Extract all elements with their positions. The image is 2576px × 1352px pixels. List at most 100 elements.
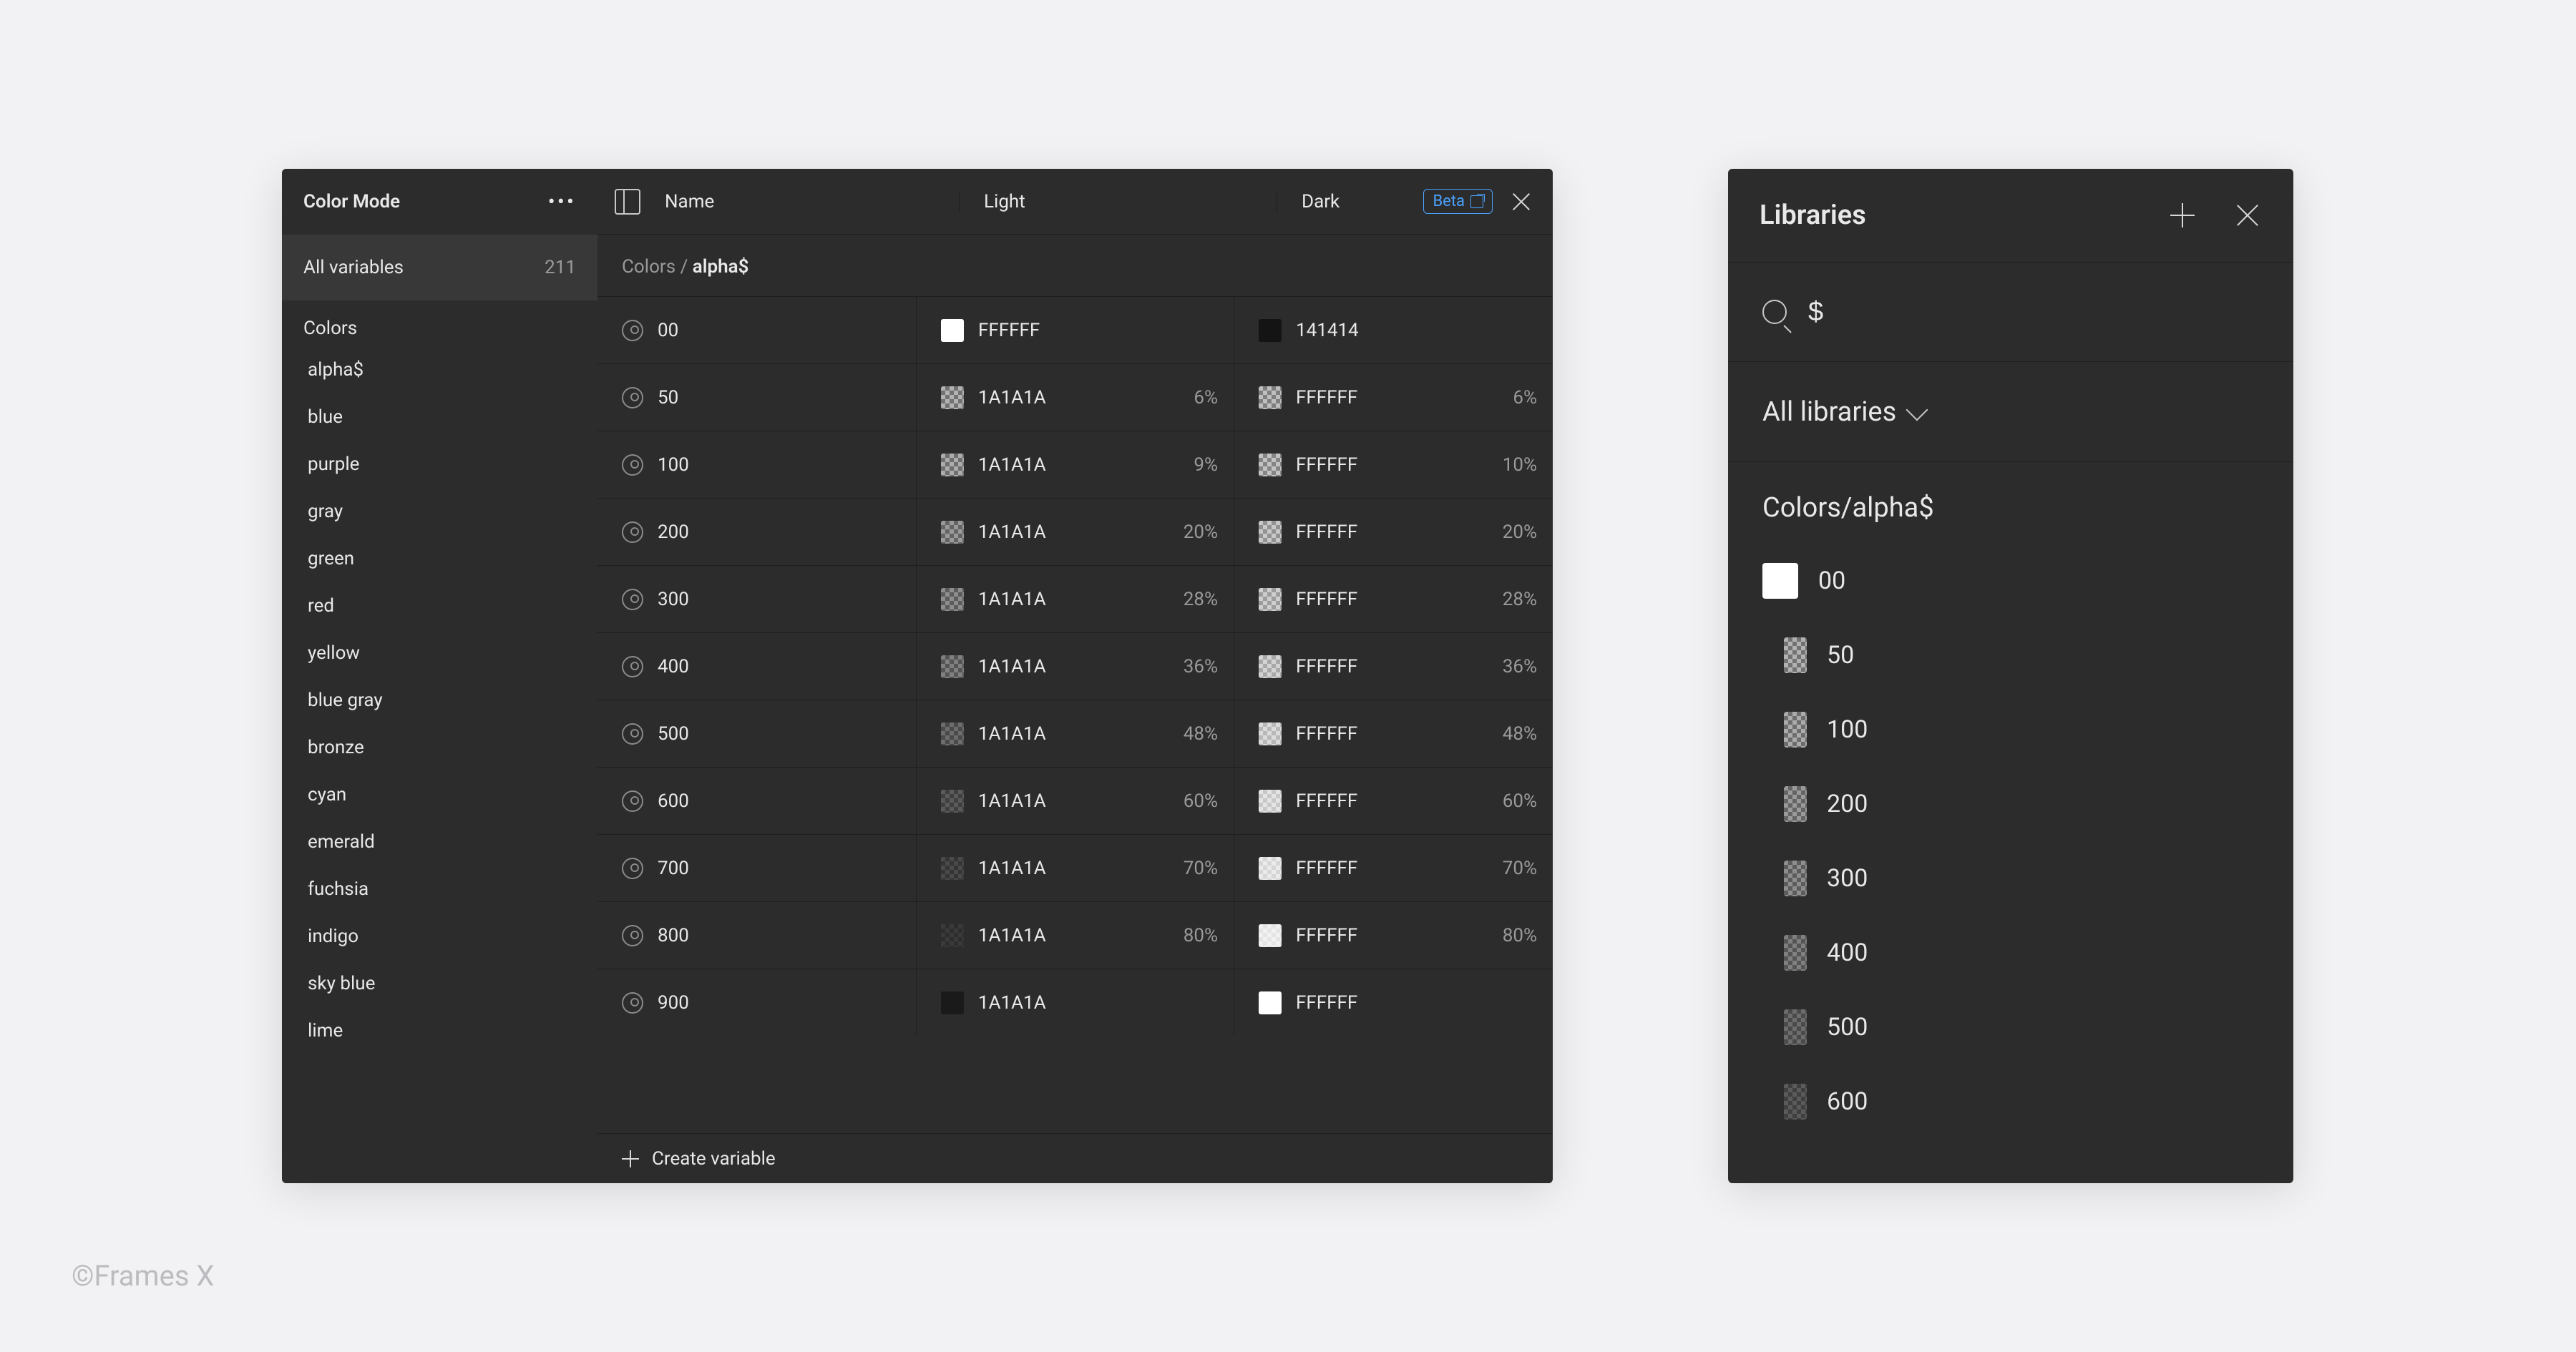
color-swatch[interactable] <box>941 319 964 342</box>
hex-value: 1A1A1A <box>978 454 1046 476</box>
color-swatch <box>1784 1009 1807 1045</box>
color-swatch <box>1762 563 1798 599</box>
close-icon[interactable] <box>1510 190 1533 213</box>
variable-row[interactable]: 501A1A1A6%FFFFFF6% <box>597 363 1553 431</box>
hex-value: FFFFFF <box>978 320 1040 341</box>
variable-row[interactable]: 8001A1A1A80%FFFFFF80% <box>597 901 1553 969</box>
color-swatch[interactable] <box>1259 588 1282 611</box>
hex-value: 1A1A1A <box>978 589 1046 610</box>
color-swatch[interactable] <box>941 454 964 476</box>
alpha-percent: 20% <box>1503 521 1537 543</box>
variable-name: 700 <box>658 858 689 879</box>
variables-panel: Color Mode ••• All variables 211 Colors … <box>282 169 1553 1183</box>
footer-credit: ©Frames X <box>72 1259 215 1293</box>
color-swatch[interactable] <box>1259 857 1282 880</box>
variable-row[interactable]: 1001A1A1A9%FFFFFF10% <box>597 431 1553 498</box>
hex-value: FFFFFF <box>1296 454 1357 476</box>
library-item[interactable]: 200 <box>1728 767 2293 841</box>
library-item-label: 50 <box>1827 641 1854 670</box>
color-swatch[interactable] <box>941 588 964 611</box>
sidebar-item-cyan[interactable]: cyan <box>282 771 597 818</box>
beta-badge[interactable]: Beta <box>1423 189 1493 214</box>
panel-toggle-icon[interactable] <box>615 189 640 215</box>
color-swatch[interactable] <box>941 924 964 947</box>
palette-icon <box>622 320 643 341</box>
library-item[interactable]: 300 <box>1728 841 2293 916</box>
color-swatch[interactable] <box>1259 319 1282 342</box>
sidebar-item-purple[interactable]: purple <box>282 441 597 488</box>
sidebar-item-yellow[interactable]: yellow <box>282 630 597 677</box>
color-swatch[interactable] <box>1259 722 1282 745</box>
color-swatch[interactable] <box>941 655 964 678</box>
variable-row[interactable]: 7001A1A1A70%FFFFFF70% <box>597 834 1553 901</box>
library-item[interactable]: 400 <box>1728 916 2293 990</box>
close-libraries-icon[interactable] <box>2233 201 2262 230</box>
variables-main: Name Light Dark Beta Colors / alpha$ 00F… <box>597 169 1553 1183</box>
libraries-list: 00 50 100 200 300400500600 <box>1728 544 2293 1139</box>
libraries-dropdown[interactable]: All libraries <box>1728 362 2293 462</box>
colors-group-header[interactable]: Colors <box>282 300 597 346</box>
color-swatch[interactable] <box>941 521 964 544</box>
color-swatch <box>1784 637 1807 673</box>
create-variable-button[interactable]: Create variable <box>597 1133 1553 1183</box>
variable-name: 600 <box>658 790 689 812</box>
variable-name: 00 <box>658 320 678 341</box>
sidebar-title: Color Mode <box>303 191 400 212</box>
variable-row[interactable]: 2001A1A1A20%FFFFFF20% <box>597 498 1553 565</box>
palette-icon <box>622 858 643 879</box>
libraries-title: Libraries <box>1760 200 1866 231</box>
color-swatch[interactable] <box>1259 521 1282 544</box>
variable-row[interactable]: 3001A1A1A28%FFFFFF28% <box>597 565 1553 632</box>
sidebar-item-blue-gray[interactable]: blue gray <box>282 677 597 724</box>
hex-value: FFFFFF <box>1296 925 1357 946</box>
all-variables-row[interactable]: All variables 211 <box>282 235 597 300</box>
column-dark-header: Dark <box>1302 191 1340 212</box>
sidebar-item-indigo[interactable]: indigo <box>282 913 597 960</box>
color-swatch[interactable] <box>1259 386 1282 409</box>
sidebar-item-gray[interactable]: gray <box>282 488 597 535</box>
sidebar-header: Color Mode ••• <box>282 169 597 235</box>
library-item[interactable]: 00 <box>1728 544 2293 618</box>
sidebar-item-lime[interactable]: lime <box>282 1007 597 1054</box>
sidebar-item-fuchsia[interactable]: fuchsia <box>282 866 597 913</box>
color-swatch[interactable] <box>1259 655 1282 678</box>
color-swatch <box>1784 712 1807 748</box>
sidebar-item-blue[interactable]: blue <box>282 393 597 441</box>
library-item[interactable]: 500 <box>1728 990 2293 1064</box>
variable-row[interactable]: 5001A1A1A48%FFFFFF48% <box>597 700 1553 767</box>
sidebar-item-green[interactable]: green <box>282 535 597 582</box>
color-swatch[interactable] <box>1259 991 1282 1014</box>
column-light-header: Light <box>984 191 1025 212</box>
color-swatch[interactable] <box>941 722 964 745</box>
more-icon[interactable]: ••• <box>548 190 576 215</box>
sidebar-item-emerald[interactable]: emerald <box>282 818 597 866</box>
sidebar-item-sky-blue[interactable]: sky blue <box>282 960 597 1007</box>
color-swatch[interactable] <box>1259 924 1282 947</box>
alpha-percent: 6% <box>1513 387 1537 408</box>
library-item-label: 200 <box>1827 790 1868 818</box>
variable-row[interactable]: 4001A1A1A36%FFFFFF36% <box>597 632 1553 700</box>
palette-icon <box>622 925 643 946</box>
variable-row[interactable]: 00FFFFFF141414 <box>597 296 1553 363</box>
palette-icon <box>622 992 643 1014</box>
library-item[interactable]: 50 <box>1728 618 2293 692</box>
sidebar-item-red[interactable]: red <box>282 582 597 630</box>
variable-row[interactable]: 6001A1A1A60%FFFFFF60% <box>597 767 1553 834</box>
color-swatch[interactable] <box>941 991 964 1014</box>
add-library-icon[interactable] <box>2170 203 2195 227</box>
variable-name: 300 <box>658 589 689 610</box>
all-variables-count: 211 <box>545 257 576 278</box>
sidebar-item-alpha$[interactable]: alpha$ <box>282 346 597 393</box>
library-item[interactable]: 100 <box>1728 692 2293 767</box>
color-swatch[interactable] <box>1259 454 1282 476</box>
library-item[interactable]: 600 <box>1728 1064 2293 1139</box>
color-swatch[interactable] <box>941 857 964 880</box>
alpha-percent: 20% <box>1184 521 1218 543</box>
color-swatch[interactable] <box>941 386 964 409</box>
variable-row[interactable]: 9001A1A1AFFFFFF <box>597 969 1553 1036</box>
libraries-search-input[interactable] <box>1808 297 2259 328</box>
libraries-search <box>1728 262 2293 362</box>
sidebar-item-bronze[interactable]: bronze <box>282 724 597 771</box>
color-swatch[interactable] <box>941 790 964 813</box>
color-swatch[interactable] <box>1259 790 1282 813</box>
